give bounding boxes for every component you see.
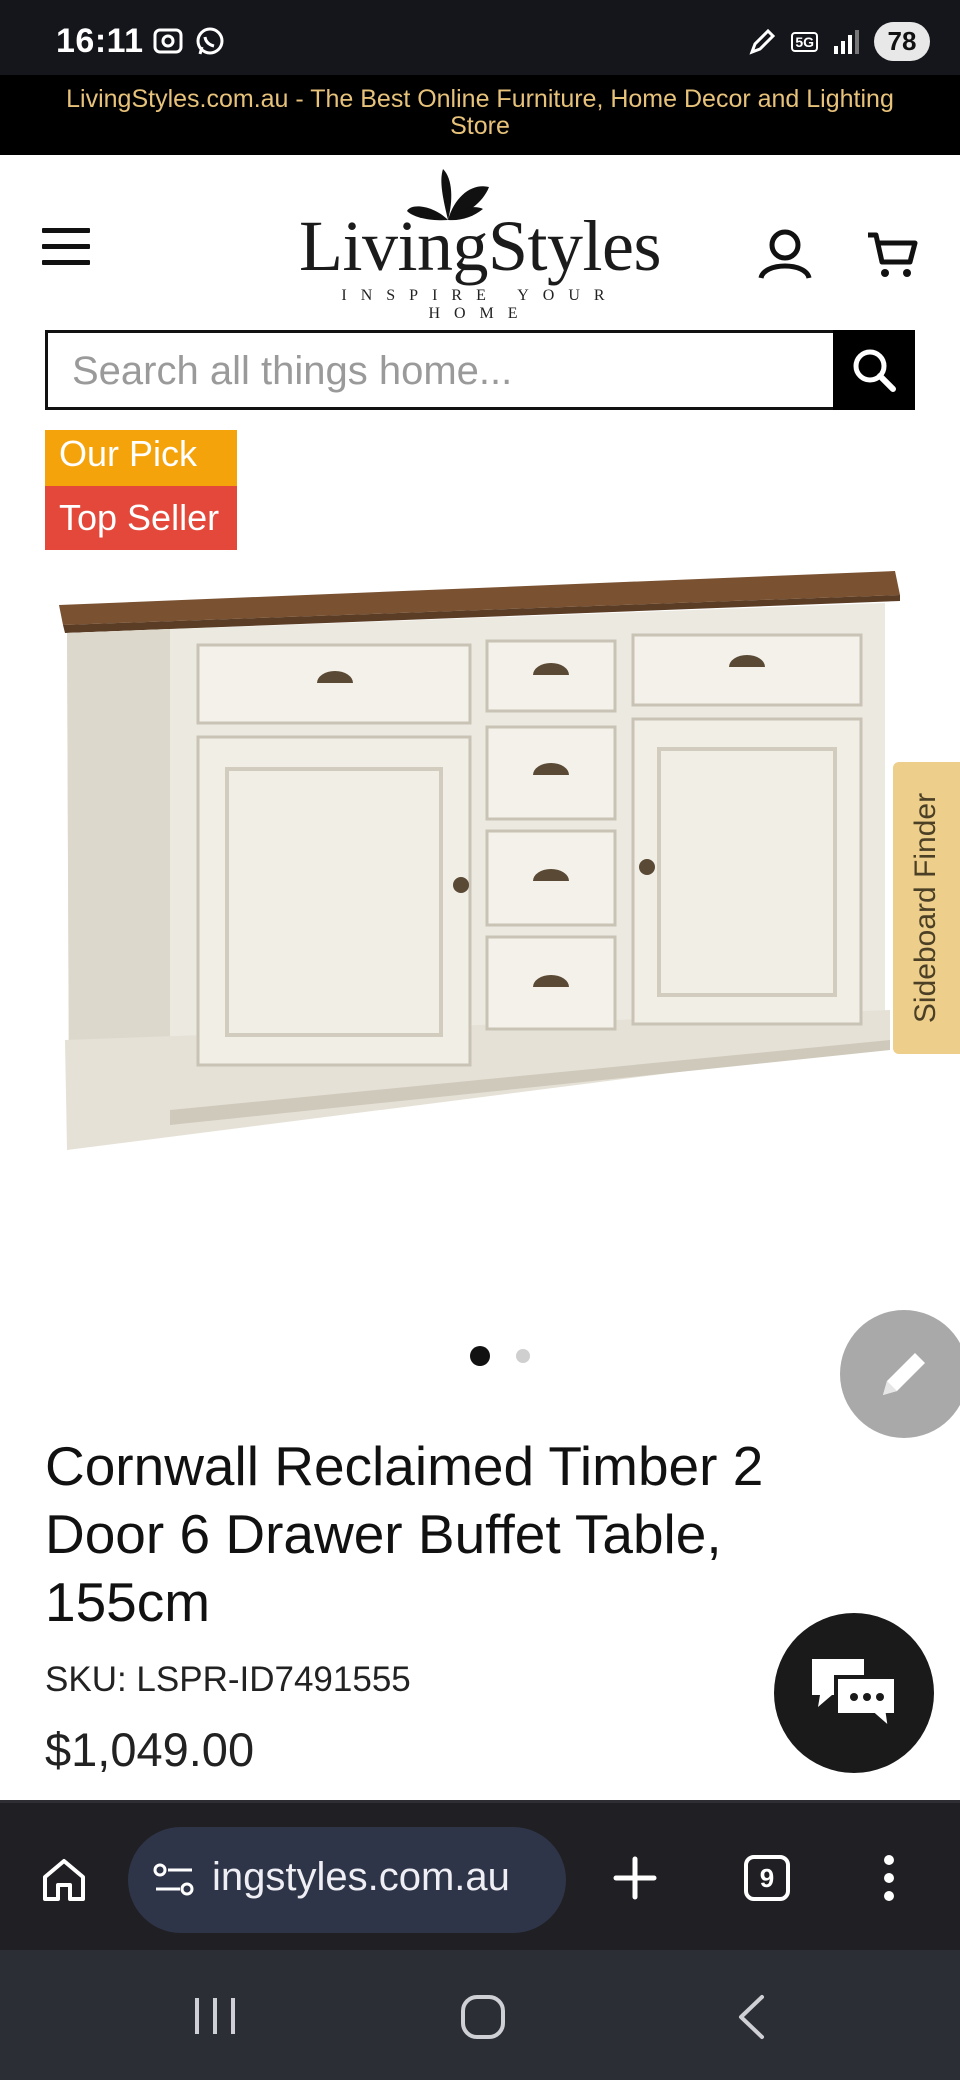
top-seller-badge: Top Seller <box>45 486 237 550</box>
promo-banner[interactable]: LivingStyles.com.au - The Best Online Fu… <box>0 75 960 155</box>
sideboard-finder-tab[interactable]: Sideboard Finder <box>893 762 960 1054</box>
browser-toolbar: ingstyles.com.au 9 <box>0 1800 960 1950</box>
battery-indicator: 78 <box>874 22 930 61</box>
address-bar[interactable]: ingstyles.com.au <box>128 1827 566 1933</box>
home-icon[interactable] <box>40 1855 88 1903</box>
cart-icon[interactable] <box>866 230 918 280</box>
logo-name: LivingStyles <box>298 206 662 286</box>
status-bar: 16:11 5G 78 <box>0 0 960 75</box>
pencil-icon <box>883 1353 925 1395</box>
whatsapp-icon <box>196 27 224 55</box>
network-type: 5G <box>791 31 818 52</box>
search-icon <box>853 349 896 392</box>
menu-button[interactable] <box>42 228 90 276</box>
screenshot-notification-icon <box>153 28 183 54</box>
url-text: ingstyles.com.au <box>212 1855 510 1899</box>
system-navigation-bar <box>0 1950 960 2080</box>
hamburger-icon <box>42 228 90 233</box>
pen-status-icon <box>749 28 776 55</box>
tab-switcher-button[interactable]: 9 <box>744 1855 790 1901</box>
account-icon[interactable] <box>756 228 814 280</box>
site-logo[interactable]: LivingStyles INSPIRE YOUR HOME <box>285 165 675 322</box>
site-settings-icon[interactable] <box>152 1861 196 1899</box>
back-icon[interactable] <box>736 1994 766 2040</box>
status-time: 16:11 <box>56 22 144 60</box>
search-button[interactable] <box>833 330 915 410</box>
chat-icon <box>812 1659 898 1733</box>
carousel-dot-1[interactable] <box>470 1346 490 1366</box>
logo-tagline: INSPIRE YOUR HOME <box>341 287 619 322</box>
more-options-icon[interactable] <box>882 1853 896 1903</box>
product-image[interactable] <box>55 565 905 1155</box>
our-pick-badge: Our Pick <box>45 430 237 486</box>
product-price: $1,049.00 <box>45 1723 255 1776</box>
system-home-icon[interactable] <box>460 1994 506 2040</box>
product-title: Cornwall Reclaimed Timber 2 Door 6 Drawe… <box>45 1435 764 1633</box>
carousel-dot-2[interactable] <box>516 1349 530 1363</box>
notification-icons <box>152 26 226 58</box>
signal-icon <box>834 29 859 54</box>
recent-apps-icon[interactable] <box>193 1994 237 2038</box>
search-bar <box>45 330 915 410</box>
sideboard-finder-label: Sideboard Finder <box>909 792 943 1024</box>
chat-button[interactable] <box>774 1613 934 1773</box>
edit-floating-button[interactable] <box>840 1310 960 1438</box>
new-tab-icon[interactable] <box>610 1853 660 1903</box>
search-input[interactable] <box>72 347 832 395</box>
product-sku: SKU: LSPR-ID7491555 <box>45 1660 411 1699</box>
